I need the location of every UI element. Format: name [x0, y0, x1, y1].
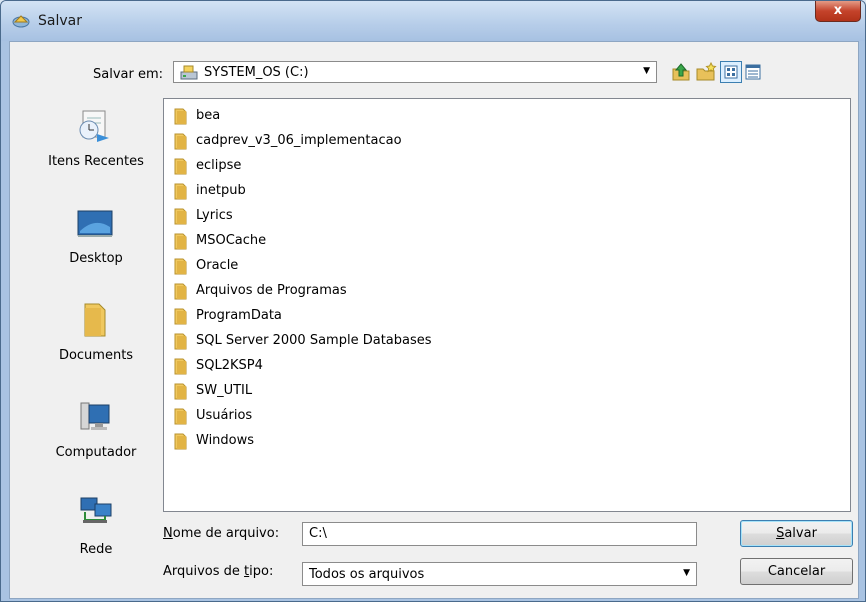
file-name: SW_UTIL	[196, 383, 253, 398]
save-label: alvar	[784, 526, 817, 541]
list-item[interactable]: SQL Server 2000 Sample Databases	[174, 330, 574, 352]
folder-icon	[174, 358, 187, 375]
folder-icon	[174, 433, 187, 450]
file-name: inetpub	[196, 183, 246, 198]
folder-icon	[174, 258, 187, 275]
save-dialog: Salvar x Salvar em: SYSTEM_OS (C:) ▼ Ite…	[0, 0, 866, 602]
filename-input[interactable]: C:\	[302, 522, 697, 546]
folder-icon	[174, 408, 187, 425]
list-item[interactable]: ProgramData	[174, 305, 574, 327]
up-folder-icon[interactable]	[670, 61, 692, 83]
list-item[interactable]: Lyrics	[174, 205, 574, 227]
file-name: SQL2KSP4	[196, 358, 263, 373]
list-item[interactable]: eclipse	[174, 155, 574, 177]
list-item[interactable]: bea	[174, 105, 574, 127]
list-item[interactable]: Windows	[174, 430, 574, 452]
place-computer[interactable]: Computador	[35, 389, 157, 485]
file-list[interactable]: bea cadprev_v3_06_implementacao eclipse …	[163, 98, 851, 512]
save-app-icon	[12, 15, 30, 28]
file-name: Usuários	[196, 408, 253, 423]
place-label: Documents	[58, 348, 134, 363]
filename-label: Nome de arquivo:	[163, 526, 279, 541]
folder-icon	[174, 383, 187, 400]
save-button[interactable]: Salvar	[740, 520, 853, 547]
file-name: MSOCache	[196, 233, 267, 248]
place-label: Desktop	[69, 251, 123, 266]
list-item[interactable]: cadprev_v3_06_implementacao	[174, 130, 574, 152]
file-name: SQL Server 2000 Sample Databases	[196, 333, 432, 348]
place-desktop[interactable]: Desktop	[35, 195, 157, 291]
file-name: Oracle	[196, 258, 239, 273]
file-name: Arquivos de Programas	[196, 283, 347, 298]
title-bar[interactable]: Salvar x	[1, 1, 865, 41]
folder-icon	[174, 283, 187, 300]
folder-icon	[174, 183, 187, 200]
file-name: eclipse	[196, 158, 242, 173]
new-folder-icon[interactable]	[695, 61, 717, 83]
chevron-down-icon: ▼	[683, 568, 690, 578]
documents-folder-icon	[84, 303, 106, 337]
folder-icon	[174, 233, 187, 250]
folder-icon	[174, 208, 187, 225]
cancel-button[interactable]: Cancelar	[740, 558, 853, 585]
place-documents[interactable]: Documents	[35, 292, 157, 388]
save-in-value: SYSTEM_OS (C:)	[204, 65, 309, 80]
close-button[interactable]: x	[815, 1, 861, 22]
filetype-label-pre: Arquivos de	[163, 564, 245, 579]
list-item[interactable]: Oracle	[174, 255, 574, 277]
place-label: Rede	[79, 542, 113, 557]
list-item[interactable]: SW_UTIL	[174, 380, 574, 402]
network-icon	[80, 497, 112, 523]
list-item[interactable]: Arquivos de Programas	[174, 280, 574, 302]
list-item[interactable]: MSOCache	[174, 230, 574, 252]
desktop-icon	[77, 210, 113, 237]
drive-icon	[180, 65, 198, 80]
folder-icon	[174, 333, 187, 350]
folder-icon	[174, 108, 187, 125]
computer-icon	[80, 402, 110, 430]
folder-icon	[174, 158, 187, 175]
chevron-down-icon: ▼	[643, 66, 650, 76]
places-bar: Itens Recentes Desktop Documents Computa…	[35, 98, 157, 588]
filetype-label: Arquivos de tipo:	[163, 564, 273, 579]
place-label: Computador	[55, 445, 137, 460]
list-item[interactable]: inetpub	[174, 180, 574, 202]
view-menu-icon[interactable]	[720, 61, 742, 83]
place-recent-items[interactable]: Itens Recentes	[35, 98, 157, 194]
filetype-dropdown[interactable]: Todos os arquivos ▼	[302, 562, 697, 586]
window-title: Salvar	[38, 13, 82, 29]
list-item[interactable]: SQL2KSP4	[174, 355, 574, 377]
file-name: ProgramData	[196, 308, 282, 323]
file-name: cadprev_v3_06_implementacao	[196, 133, 402, 148]
details-view-icon[interactable]	[742, 61, 764, 83]
filetype-value: Todos os arquivos	[309, 567, 425, 582]
recent-items-icon	[79, 110, 109, 142]
place-label: Itens Recentes	[48, 154, 144, 169]
filename-label-text: ome de arquivo:	[172, 526, 280, 541]
filetype-label-rest: ipo:	[249, 564, 274, 579]
file-name: bea	[196, 108, 221, 123]
file-name: Lyrics	[196, 208, 233, 223]
list-item[interactable]: Usuários	[174, 405, 574, 427]
save-in-label: Salvar em:	[93, 67, 164, 82]
file-name: Windows	[196, 433, 255, 448]
place-network[interactable]: Rede	[35, 486, 157, 582]
filename-label-accesskey: N	[163, 526, 173, 541]
save-in-dropdown[interactable]: SYSTEM_OS (C:) ▼	[173, 61, 657, 83]
dialog-body: Salvar em: SYSTEM_OS (C:) ▼ Itens Recent…	[9, 41, 859, 599]
folder-icon	[174, 133, 187, 150]
folder-icon	[174, 308, 187, 325]
